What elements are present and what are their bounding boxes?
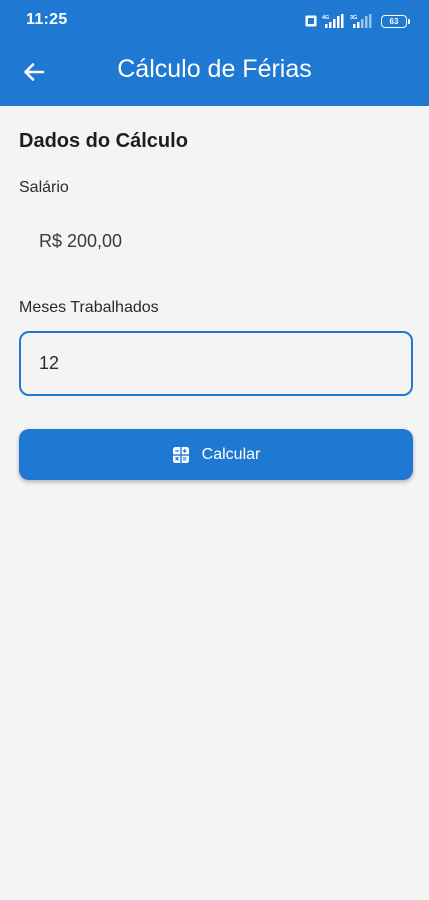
app-header: 11:25 4G 3G 63 Cálculo de Férias <box>0 0 429 106</box>
calculator-icon <box>172 446 190 464</box>
calculate-button[interactable]: Calcular <box>19 429 413 480</box>
calculate-button-label: Calcular <box>201 445 261 463</box>
status-icons: 4G 3G 63 <box>305 13 410 29</box>
salary-input[interactable] <box>19 214 413 268</box>
months-worked-label: Meses Trabalhados <box>19 299 159 316</box>
section-title: Dados do Cálculo <box>19 130 188 152</box>
svg-text:4G: 4G <box>322 15 329 21</box>
battery-icon: 63 <box>381 14 410 28</box>
battery-level: 63 <box>389 16 399 26</box>
salary-label: Salário <box>19 179 69 196</box>
signal-4g-icon: 4G <box>322 14 344 28</box>
page-title: Cálculo de Férias <box>117 55 312 83</box>
status-time: 11:25 <box>26 11 68 28</box>
months-worked-input[interactable] <box>19 331 413 396</box>
signal-3g-icon: 3G <box>350 14 372 28</box>
svg-text:3G: 3G <box>350 15 357 21</box>
sim-card-icon <box>305 15 317 27</box>
